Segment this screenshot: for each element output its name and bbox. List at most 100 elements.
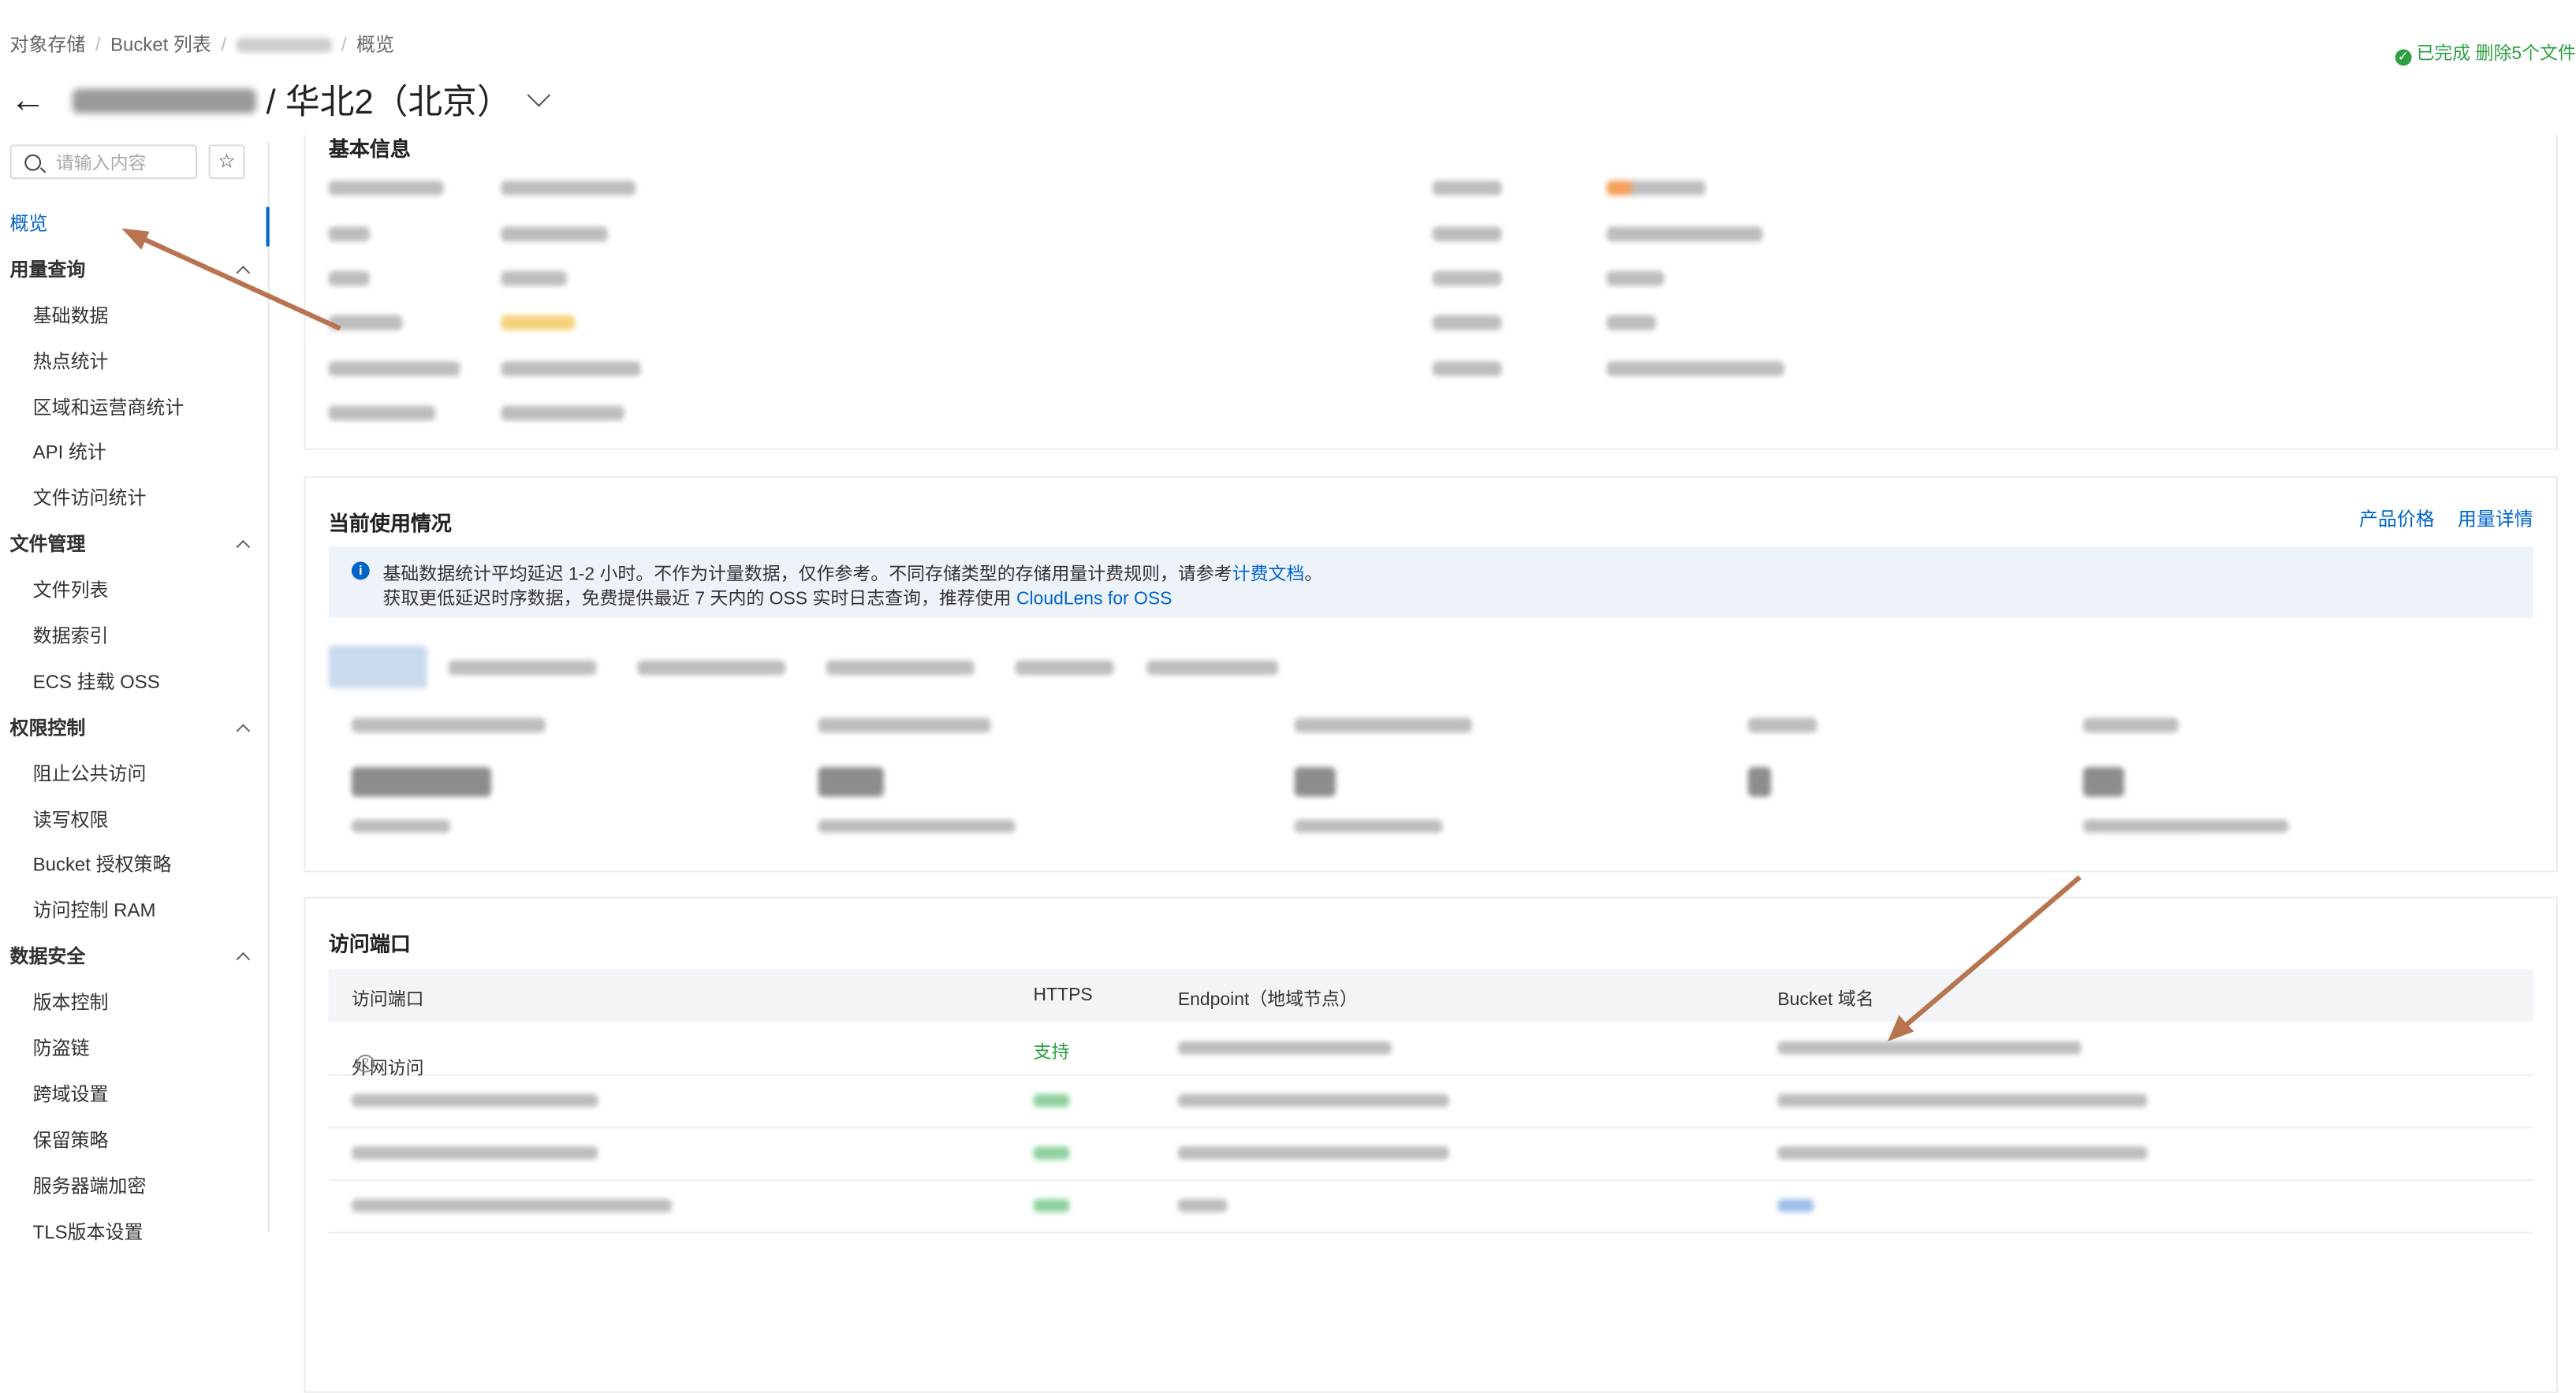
sidebar-item-16[interactable]: 数据安全 bbox=[0, 937, 268, 982]
bucket-name-redacted bbox=[72, 88, 257, 113]
sidebar-item-label: 热点统计 bbox=[32, 352, 109, 373]
field-value-redacted bbox=[1606, 181, 1706, 196]
sidebar-item-label: 文件访问统计 bbox=[32, 490, 147, 510]
star-icon[interactable]: ☆ bbox=[208, 144, 245, 180]
sidebar-item-2[interactable]: 基础数据 bbox=[0, 296, 268, 341]
breadcrumb-bucket-name-redacted[interactable] bbox=[236, 38, 332, 54]
access-table-header: 访问端口 HTTPS Endpoint（地域节点） Bucket 域名 bbox=[328, 969, 2533, 1022]
field-value-redacted bbox=[501, 405, 624, 421]
sidebar-item-0[interactable]: 概览 bbox=[0, 203, 270, 249]
sidebar-item-label: 读写权限 bbox=[32, 810, 109, 831]
sidebar-item-label: Bucket 授权策略 bbox=[32, 856, 172, 877]
help-icon[interactable]: ? bbox=[356, 1054, 375, 1073]
sidebar-item-9[interactable]: 数据索引 bbox=[0, 616, 268, 661]
cell-redacted[interactable] bbox=[1177, 1198, 1228, 1212]
chevron-up-icon[interactable] bbox=[236, 265, 251, 280]
field-value-redacted bbox=[501, 181, 636, 196]
sidebar-item-5[interactable]: API 统计 bbox=[0, 433, 268, 479]
breadcrumb-root[interactable]: 对象存储 bbox=[10, 36, 86, 56]
cell-redacted bbox=[351, 1198, 673, 1212]
cloudlens-link[interactable]: CloudLens for OSS bbox=[1016, 590, 1172, 609]
metric-redacted bbox=[1294, 766, 1336, 797]
metric-redacted bbox=[351, 717, 546, 733]
search-placeholder: 请输入内容 bbox=[55, 153, 147, 173]
field-label-redacted bbox=[1432, 181, 1502, 196]
sidebar-item-13[interactable]: 读写权限 bbox=[0, 799, 268, 845]
notice-text-1-end: 。 bbox=[1304, 564, 1323, 585]
chevron-up-icon[interactable] bbox=[236, 952, 251, 967]
metric-redacted bbox=[818, 766, 884, 797]
field-label-redacted bbox=[328, 315, 403, 330]
sidebar-item-label: 概览 bbox=[9, 214, 48, 235]
sidebar-item-6[interactable]: 文件访问统计 bbox=[0, 479, 268, 524]
field-label-redacted bbox=[328, 181, 444, 196]
cell-redacted bbox=[351, 1093, 598, 1108]
cell-redacted bbox=[1033, 1198, 1070, 1212]
sidebar-item-15[interactable]: 访问控制 RAM bbox=[0, 891, 268, 937]
sidebar-item-22[interactable]: TLS版本设置 bbox=[0, 1212, 268, 1257]
sidebar-nav: 概览用量查询基础数据热点统计区域和运营商统计 API 统计文件访问统计文件管理 文件… bbox=[0, 203, 270, 1257]
bucket-domain-redacted[interactable] bbox=[1777, 1041, 2082, 1055]
chevron-up-icon[interactable] bbox=[236, 723, 251, 738]
endpoint-redacted[interactable] bbox=[1177, 1041, 1392, 1055]
table-row: 外网访问? 支持 bbox=[328, 1022, 2533, 1079]
sidebar-item-label: 版本控制 bbox=[32, 993, 109, 1014]
access-title: 访问端口 bbox=[328, 933, 411, 956]
sidebar-item-10[interactable]: ECS 挂载 OSS bbox=[0, 661, 268, 707]
metric-redacted bbox=[818, 819, 1016, 833]
col-bucket-domain: Bucket 域名 bbox=[1777, 990, 1874, 1011]
field-value-redacted bbox=[1606, 361, 1784, 377]
table-row bbox=[328, 1179, 2533, 1234]
back-arrow-icon[interactable]: ← bbox=[10, 81, 47, 118]
billing-doc-link[interactable]: 计费文档 bbox=[1232, 565, 1305, 585]
sidebar-item-3[interactable]: 热点统计 bbox=[0, 341, 268, 387]
sidebar-item-4[interactable]: 区域和运营商统计 bbox=[0, 387, 268, 433]
cell-redacted bbox=[1033, 1093, 1070, 1108]
sidebar-item-8[interactable]: 文件列表 bbox=[0, 570, 268, 616]
col-endpoint: Endpoint（地域节点） bbox=[1177, 990, 1358, 1011]
field-value-redacted bbox=[1606, 270, 1665, 286]
sidebar-item-12[interactable]: 阻止公共访问 bbox=[0, 754, 268, 799]
sidebar-item-label: 权限控制 bbox=[9, 719, 86, 739]
field-label-redacted bbox=[1432, 226, 1502, 242]
table-row bbox=[328, 1075, 2533, 1129]
metric-redacted bbox=[2082, 766, 2124, 797]
sidebar-item-17[interactable]: 版本控制 bbox=[0, 982, 268, 1028]
sidebar-item-1[interactable]: 用量查询 bbox=[0, 249, 268, 295]
cell-redacted[interactable] bbox=[1777, 1093, 2148, 1108]
task-status[interactable]: ✓ 已完成 删除5个文件 bbox=[2395, 39, 2576, 66]
field-label-redacted bbox=[1432, 270, 1502, 286]
usage-detail-link[interactable]: 用量详情 bbox=[2458, 511, 2533, 531]
check-circle-icon: ✓ bbox=[2395, 49, 2412, 66]
chevron-up-icon[interactable] bbox=[236, 540, 251, 555]
sidebar-item-21[interactable]: 服务器端加密 bbox=[0, 1166, 268, 1212]
table-row bbox=[328, 1127, 2533, 1182]
sidebar-item-18[interactable]: 防盗链 bbox=[0, 1028, 268, 1074]
cell-redacted[interactable] bbox=[1777, 1146, 2148, 1160]
sidebar-item-19[interactable]: 跨域设置 bbox=[0, 1074, 268, 1119]
basic-info-card: 基本信息 bbox=[304, 134, 2559, 450]
notice-text-1: 基础数据统计平均延迟 1-2 小时。不作为计量数据，仅作参考。不同存储类型的存储… bbox=[382, 564, 1232, 585]
cell-redacted[interactable] bbox=[1777, 1198, 1814, 1212]
notice-text-2: 获取更低延迟时序数据，免费提供最近 7 天内的 OSS 实时日志查询，推荐使用 bbox=[382, 589, 1012, 609]
sidebar: 请输入内容 ☆ 概览用量查询基础数据热点统计区域和运营商统计 API 统计文件访问… bbox=[0, 141, 270, 1242]
sidebar-item-label: 数据安全 bbox=[9, 948, 86, 968]
sidebar-item-label: 防盗链 bbox=[32, 1039, 90, 1060]
sidebar-item-11[interactable]: 权限控制 bbox=[0, 708, 268, 754]
breadcrumb-current: 概览 bbox=[356, 35, 394, 56]
field-value-redacted bbox=[501, 270, 567, 286]
cell-redacted[interactable] bbox=[1177, 1093, 1449, 1108]
chevron-down-icon[interactable] bbox=[528, 84, 551, 107]
sidebar-item-20[interactable]: 保留策略 bbox=[0, 1120, 268, 1166]
sidebar-item-7[interactable]: 文件管理 bbox=[0, 524, 268, 570]
cell-redacted[interactable] bbox=[1177, 1146, 1449, 1160]
sidebar-item-label: 用量查询 bbox=[9, 261, 86, 281]
sidebar-item-label: 基础数据 bbox=[32, 307, 109, 327]
breadcrumb-bucket-list[interactable]: Bucket 列表 bbox=[110, 36, 211, 56]
metric-redacted bbox=[1294, 717, 1472, 733]
search-input[interactable]: 请输入内容 bbox=[9, 144, 198, 180]
sidebar-item-label: 服务器端加密 bbox=[32, 1177, 147, 1197]
sidebar-item-14[interactable]: Bucket 授权策略 bbox=[0, 845, 268, 891]
product-price-link[interactable]: 产品价格 bbox=[2359, 511, 2435, 531]
col-port: 访问端口 bbox=[351, 990, 424, 1011]
